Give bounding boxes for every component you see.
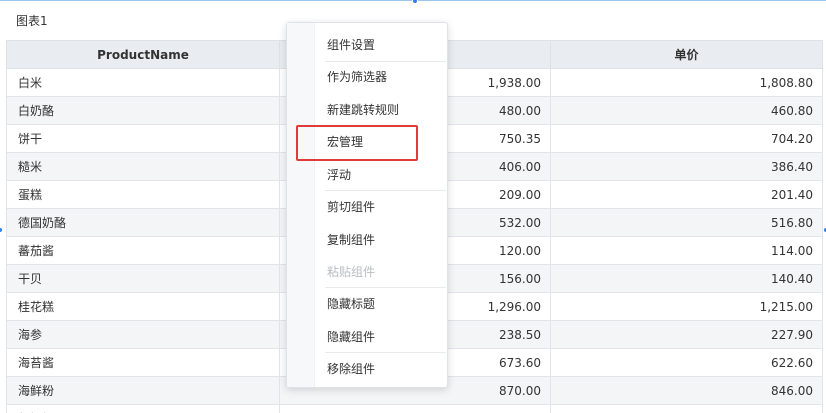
cell-price: 140.40 — [550, 264, 823, 293]
menu-item-5[interactable]: 剪切组件 — [327, 197, 375, 217]
menu-item-2[interactable]: 新建跳转规则 — [327, 100, 399, 120]
menu-item-9[interactable]: 隐藏组件 — [327, 327, 375, 347]
cell-product-name: 白米 — [6, 68, 280, 97]
cell-product-name: 桂花糕 — [6, 292, 280, 321]
cell-product-name: 蕃茄酱 — [6, 236, 280, 265]
cell-price: 704.20 — [550, 124, 823, 153]
cell-product-name: 饼干 — [6, 124, 280, 153]
menu-item-10[interactable]: 移除组件 — [327, 359, 375, 379]
cell-product-name: 蛋糕 — [6, 180, 280, 209]
cell-product-name: 海鲜粉 — [6, 376, 280, 405]
menu-item-4[interactable]: 浮动 — [327, 165, 351, 185]
table-row[interactable]: 胡椒粉 — [6, 404, 823, 413]
cell-value — [279, 404, 551, 413]
cell-price: 1,808.80 — [550, 68, 823, 97]
cell-product-name: 德国奶酪 — [6, 208, 280, 237]
chart-widget[interactable]: 图表1 ProductName 单价 白米 1,938.00 1,808.80 白奶酪… — [0, 0, 826, 413]
cell-price: 114.00 — [550, 236, 823, 265]
column-header-price[interactable]: 单价 — [550, 40, 823, 69]
resize-handle-left[interactable] — [0, 227, 3, 233]
cell-price: 460.80 — [550, 96, 823, 125]
menu-separator — [325, 190, 446, 191]
menu-item-0[interactable]: 组件设置 — [327, 35, 375, 55]
highlight-annotation-box — [296, 125, 418, 161]
cell-product-name: 白奶酪 — [6, 96, 280, 125]
cell-price — [550, 404, 823, 413]
cell-price: 622.60 — [550, 348, 823, 377]
resize-handle-top[interactable] — [412, 0, 418, 4]
menu-separator — [325, 61, 446, 62]
menu-item-6[interactable]: 复制组件 — [327, 230, 375, 250]
cell-product-name: 海苔酱 — [6, 348, 280, 377]
cell-price: 516.80 — [550, 208, 823, 237]
cell-price: 386.40 — [550, 152, 823, 181]
cell-price: 846.00 — [550, 376, 823, 405]
menu-separator — [325, 287, 446, 288]
menu-item-1[interactable]: 作为筛选器 — [327, 67, 387, 87]
cell-product-name: 糙米 — [6, 152, 280, 181]
column-header-productname[interactable]: ProductName — [6, 40, 280, 69]
cell-product-name: 干贝 — [6, 264, 280, 293]
cell-price: 1,215.00 — [550, 292, 823, 321]
cell-price: 227.90 — [550, 320, 823, 349]
cell-price: 201.40 — [550, 180, 823, 209]
cell-product-name: 胡椒粉 — [6, 404, 280, 413]
menu-icon-gutter — [287, 23, 315, 387]
context-menu: 组件设置 作为筛选器 新建跳转规则 宏管理 浮动 剪切组件 复制组件 粘贴组件 隐藏标题 隐藏组件… — [286, 22, 448, 388]
cell-product-name: 海参 — [6, 320, 280, 349]
menu-separator — [325, 352, 446, 353]
menu-item-7: 粘贴组件 — [327, 265, 376, 279]
menu-item-8[interactable]: 隐藏标题 — [327, 294, 375, 314]
widget-title: 图表1 — [16, 14, 48, 28]
